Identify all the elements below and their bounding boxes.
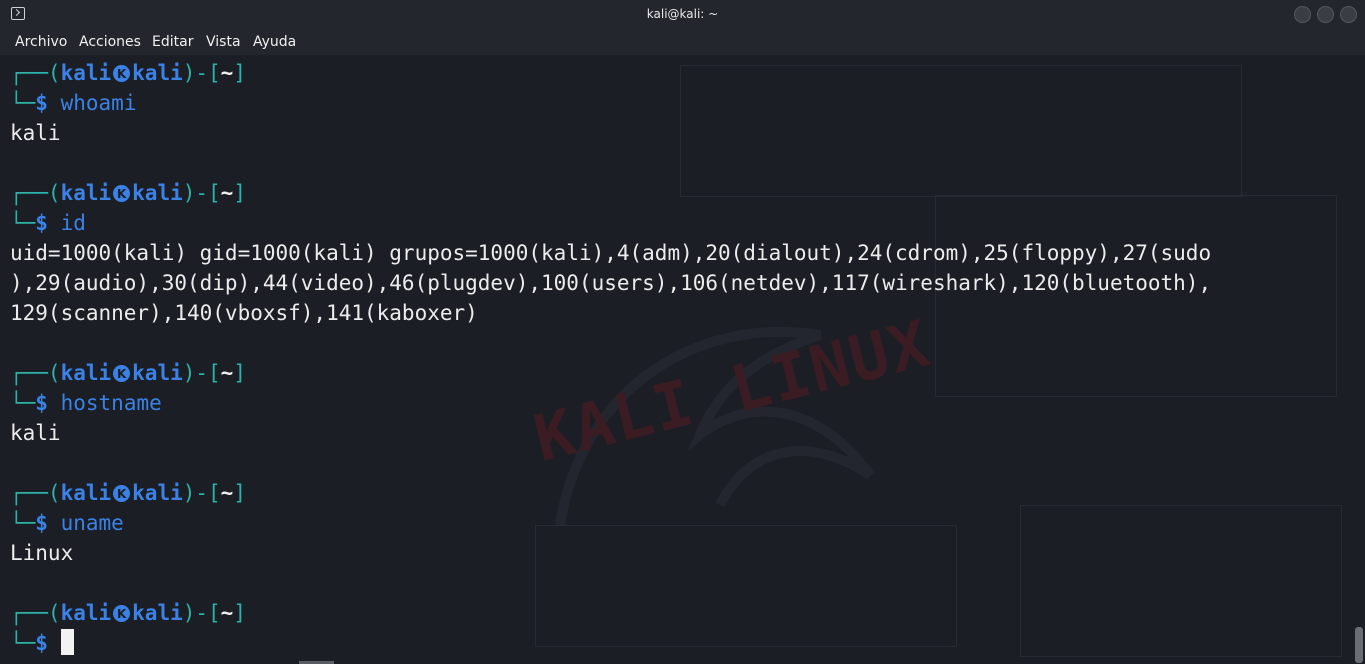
skull-icon: [113, 359, 131, 389]
output-line: Linux: [10, 541, 74, 565]
background-decoration: [1020, 505, 1342, 657]
menu-vista[interactable]: Vista: [206, 34, 241, 50]
command-line: └─$ whoami: [10, 91, 137, 115]
title-bar: kali@kali: ~: [0, 0, 1365, 30]
menu-ayuda[interactable]: Ayuda: [253, 34, 296, 50]
command-line: └─$ hostname: [10, 391, 162, 415]
maximize-button[interactable]: [1317, 6, 1334, 23]
output-line: kali: [10, 121, 61, 145]
menu-acciones[interactable]: Acciones: [79, 34, 141, 50]
command-line: └─$ id: [10, 211, 86, 235]
prompt-line: ┌──(kalikali)-[~]: [10, 478, 246, 509]
output-line: 129(scanner),140(vboxsf),141(kaboxer): [10, 301, 478, 325]
output-line: kali: [10, 421, 61, 445]
skull-icon: [113, 479, 131, 509]
prompt-line: ┌──(kalikali)-[~]: [10, 358, 246, 389]
command-line[interactable]: └─$: [10, 628, 74, 658]
prompt-line: ┌──(kalikali)-[~]: [10, 178, 246, 209]
text-cursor: [60, 629, 74, 655]
skull-icon: [113, 59, 131, 89]
menu-editar[interactable]: Editar: [152, 34, 193, 50]
output-line: ),29(audio),30(dip),44(video),46(plugdev…: [10, 271, 1212, 295]
terminal-area[interactable]: KALI LINUX ┌──(kalikali)-[~] └─$ whoami …: [0, 55, 1365, 664]
command-line: └─$ uname: [10, 511, 124, 535]
menu-bar: Archivo Acciones Editar Vista Ayuda: [0, 30, 1365, 55]
vertical-scrollbar[interactable]: [1355, 627, 1363, 663]
prompt-line: ┌──(kalikali)-[~]: [10, 58, 246, 89]
close-button[interactable]: [1340, 6, 1357, 23]
skull-icon: [113, 179, 131, 209]
menu-archivo[interactable]: Archivo: [15, 34, 67, 50]
window-title: kali@kali: ~: [646, 7, 719, 21]
output-line: uid=1000(kali) gid=1000(kali) grupos=100…: [10, 241, 1212, 265]
skull-icon: [113, 599, 131, 629]
minimize-button[interactable]: [1294, 6, 1311, 23]
background-decoration: [680, 65, 1242, 197]
prompt-line: ┌──(kalikali)-[~]: [10, 598, 246, 629]
